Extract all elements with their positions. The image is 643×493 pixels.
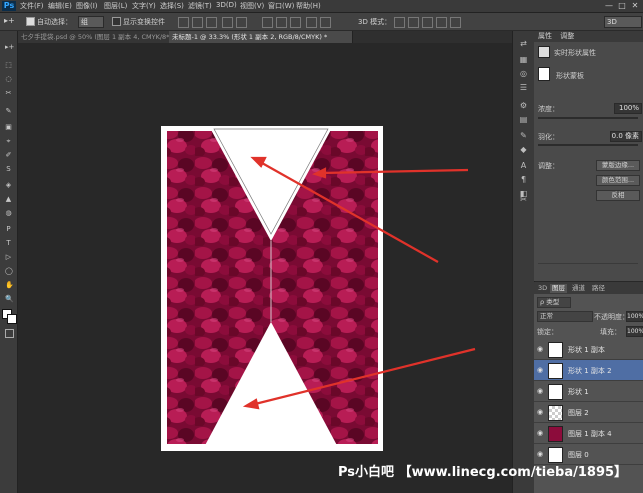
visibility-eye-icon[interactable]: ◉ [537,429,545,437]
arrow-head-3 [242,398,260,410]
tab-adjustments[interactable]: 调整 [560,32,574,40]
color-icon[interactable]: ◎ [518,69,529,79]
arrow-line-1 [321,168,469,175]
refine-label: 调整： [538,162,559,170]
layer-filter-dropdown[interactable]: ρ 类型 [537,297,571,308]
brush-preset-icon[interactable]: ✎ [518,131,529,141]
layer-thumbnail [548,384,563,400]
tab-channels[interactable]: 通道 [570,284,587,293]
feather-label: 羽化： [538,133,559,141]
density-field[interactable]: 100% [614,103,642,114]
lock-label: 锁定： [537,328,558,336]
properties-panel: 属性 调整 实时形状属性 形状蒙板 浓度： 100% 羽化： 0.0 像素 调整… [534,31,643,281]
arrow-head-1 [312,167,327,179]
layer-row[interactable]: ◉ 形状 1 [534,381,643,402]
color-range-button[interactable]: 颜色范围... [596,175,640,186]
fill-field[interactable]: 100% [626,326,643,337]
tool-preset-icon[interactable]: ✂ [518,195,529,205]
opacity-label: 不透明度： [594,313,629,321]
actions-icon[interactable]: ☰ [518,83,529,93]
properties-header-title: 实时形状属性 [554,49,596,57]
layer-thumbnail [548,426,563,442]
layer-thumbnail [548,405,563,421]
layer-row[interactable]: ◉ 图层 2 [534,402,643,423]
arrow-line-2 [261,162,439,263]
layer-row[interactable]: ◉ 形状 1 副本 [534,339,643,360]
feather-field[interactable]: 0.0 像素 [610,131,642,142]
tab-paths[interactable]: 路径 [590,284,607,293]
tab-3d[interactable]: 3D [536,284,549,293]
clone-source-icon[interactable]: ◆ [518,145,529,155]
layer-name[interactable]: 形状 1 副本 2 [568,366,612,376]
visibility-eye-icon[interactable]: ◉ [537,345,545,353]
layer-name[interactable]: 图层 1 副本 4 [568,429,612,439]
history-icon[interactable]: ⇄ [518,39,529,49]
arrow-line-3 [254,347,476,406]
panel-dock-strip: ⇄ ▦ ◎ ☰ ⚙ ▤ ✎ ◆ A ¶ ◧ ✂ [512,31,535,493]
layer-row[interactable]: ◉ 图层 1 副本 4 [534,423,643,444]
fill-label: 填充： [600,328,621,336]
adjustments-icon[interactable]: ⚙ [518,101,529,111]
visibility-eye-icon[interactable]: ◉ [537,387,545,395]
paragraph-icon[interactable]: ¶ [518,175,529,185]
visibility-eye-icon[interactable]: ◉ [537,366,545,374]
watermark-text: Ps小白吧 【www.linecg.com/tieba/1895】 [338,465,628,480]
tab-properties[interactable]: 属性 [538,32,552,40]
character-icon[interactable]: A [518,161,529,171]
swatches-icon[interactable]: ▦ [518,55,529,65]
feather-slider[interactable] [538,144,638,146]
mask-thumbnail [538,46,550,58]
density-slider[interactable] [538,117,638,119]
blend-mode-dropdown[interactable]: 正常 [537,311,593,322]
layer-thumbnail [548,363,563,379]
shape-mask-thumbnail [538,67,550,81]
opacity-field[interactable]: 100% [626,311,643,322]
layer-row-selected[interactable]: ◉ 形状 1 副本 2 [534,360,643,381]
density-label: 浓度： [538,105,559,113]
layer-name[interactable]: 图层 2 [568,408,589,418]
layer-thumbnail [548,342,563,358]
properties-tab-bar: 属性 调整 [534,31,643,42]
visibility-eye-icon[interactable]: ◉ [537,450,545,458]
layer-name[interactable]: 图层 0 [568,450,589,460]
mask-edge-button[interactable]: 蒙版边缘... [596,160,640,171]
visibility-eye-icon[interactable]: ◉ [537,408,545,416]
styles-icon[interactable]: ▤ [518,115,529,125]
invert-button[interactable]: 反相 [596,190,640,201]
layer-name[interactable]: 形状 1 副本 [568,345,605,355]
layer-name[interactable]: 形状 1 [568,387,589,397]
shape-mask-label: 形状蒙板 [556,72,584,80]
properties-footer [538,263,638,274]
tab-layers[interactable]: 图层 [550,284,567,293]
